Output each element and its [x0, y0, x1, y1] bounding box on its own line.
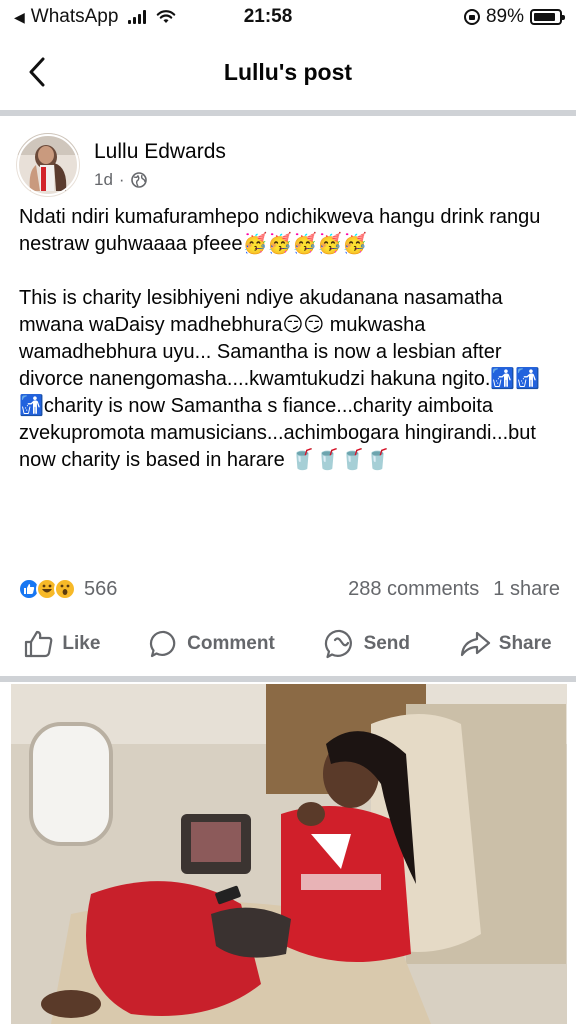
comment-label: Comment	[187, 633, 275, 654]
wifi-icon	[157, 10, 176, 23]
avatar[interactable]	[16, 133, 80, 197]
back-button[interactable]	[22, 54, 52, 90]
avatar-image	[16, 133, 80, 197]
battery-percent: 89%	[485, 6, 524, 27]
page-title: Lullu's post	[223, 58, 353, 85]
meta-separator: ·	[118, 170, 125, 189]
post-actions: Like Comment Send Share	[0, 620, 576, 668]
author-name[interactable]: Lullu Edwards	[94, 140, 226, 164]
status-bar: ◀ WhatsApp 21:58 89%	[0, 0, 576, 34]
back-to-app-label[interactable]: WhatsApp	[31, 6, 119, 28]
battery-icon	[530, 9, 565, 25]
post-photo-image	[11, 684, 567, 1024]
comments-count[interactable]: 288 comments	[348, 578, 479, 601]
globe-icon	[130, 172, 147, 188]
page-header: Lullu's post	[0, 34, 576, 110]
thumbs-up-icon	[25, 630, 53, 658]
reaction-count: 566	[84, 577, 118, 600]
comment-button[interactable]: Comment	[141, 623, 283, 665]
messenger-send-icon	[324, 629, 352, 659]
post-time-row: 1d ·	[94, 170, 226, 190]
reaction-icons	[18, 578, 76, 600]
back-to-app-icon[interactable]: ◀	[14, 9, 25, 26]
share-button[interactable]: Share	[451, 624, 560, 664]
post-meta: Lullu Edwards 1d ·	[94, 140, 226, 190]
chevron-left-icon	[29, 57, 45, 87]
share-arrow-icon	[460, 631, 490, 657]
reactions-summary[interactable]: 566 288 comments 1 share	[18, 574, 560, 604]
post-photo[interactable]	[11, 684, 567, 1024]
comment-bubble-icon	[150, 630, 176, 658]
send-button[interactable]: Send	[316, 622, 418, 666]
shares-count[interactable]: 1 share	[493, 578, 560, 601]
share-label: Share	[498, 633, 552, 654]
wow-reaction-icon	[54, 578, 76, 600]
cellular-signal-icon	[128, 10, 147, 24]
status-time: 21:58	[243, 6, 293, 27]
like-button[interactable]: Like	[16, 624, 108, 664]
orientation-lock-icon	[463, 9, 480, 25]
engagement-counts: 288 comments 1 share	[348, 578, 560, 601]
post-text: Ndati ndiri kumafuramhepo ndichikweva ha…	[19, 206, 541, 471]
actions-divider	[0, 676, 576, 682]
header-divider	[0, 110, 576, 116]
post-time[interactable]: 1d	[94, 170, 113, 190]
send-label: Send	[363, 633, 411, 654]
post-header: Lullu Edwards 1d ·	[16, 132, 560, 198]
like-label: Like	[62, 633, 101, 654]
status-right: 89%	[372, 6, 565, 28]
